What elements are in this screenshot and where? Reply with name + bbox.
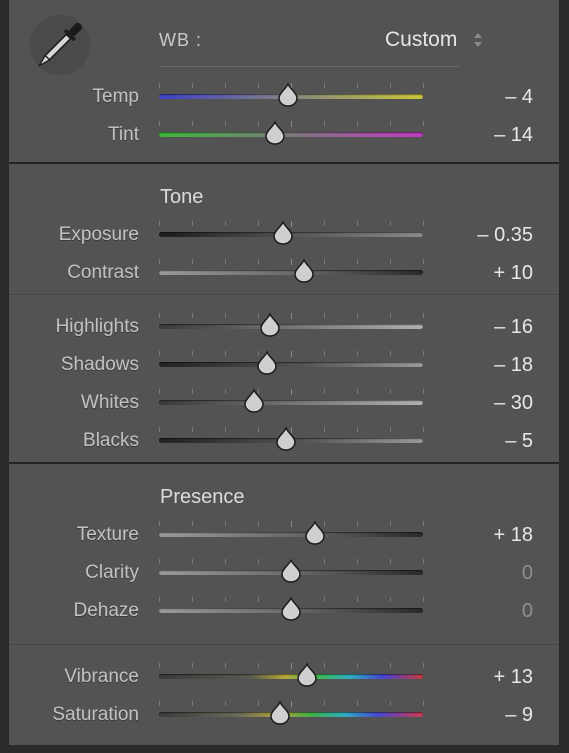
contrast-slider-track[interactable] <box>159 270 423 275</box>
section-divider <box>9 462 559 464</box>
texture-ticks <box>159 521 424 527</box>
temp-value[interactable]: – 4 <box>505 86 533 109</box>
eyedropper-icon[interactable] <box>27 12 93 78</box>
subsection-divider <box>9 294 559 295</box>
clarity-slider-thumb[interactable] <box>279 559 303 583</box>
tone-heading: Tone <box>160 186 204 208</box>
section-divider <box>9 162 559 164</box>
shadows-slider-thumb[interactable] <box>255 351 279 375</box>
dehaze-slider-thumb[interactable] <box>279 597 303 621</box>
tint-label: Tint <box>108 124 139 145</box>
temp-label: Temp <box>92 86 139 107</box>
saturation-slider-row: Saturation – 9 <box>9 698 559 736</box>
texture-slider-thumb[interactable] <box>303 521 327 545</box>
whites-slider-track[interactable] <box>159 400 423 405</box>
highlights-slider-track[interactable] <box>159 324 423 329</box>
shadows-slider-row: Shadows – 18 <box>9 348 559 386</box>
contrast-ticks <box>159 259 424 265</box>
tint-slider-row: Tint – 14 <box>9 118 559 156</box>
shadows-label: Shadows <box>60 354 139 375</box>
wb-preset-dropdown[interactable]: Custom <box>385 28 457 52</box>
saturation-value[interactable]: – 9 <box>505 704 533 727</box>
shadows-slider-track[interactable] <box>159 362 423 367</box>
saturation-label: Saturation <box>52 704 139 725</box>
texture-value[interactable]: + 18 <box>494 524 533 547</box>
exposure-slider-thumb[interactable] <box>271 221 295 245</box>
tint-ticks <box>159 121 424 127</box>
vibrance-ticks <box>159 663 424 669</box>
clarity-slider-row: Clarity 0 <box>9 556 559 594</box>
contrast-label: Contrast <box>67 262 139 283</box>
texture-slider-row: Texture + 18 <box>9 518 559 556</box>
highlights-ticks <box>159 313 424 319</box>
whites-slider-row: Whites – 30 <box>9 386 559 424</box>
vibrance-value[interactable]: + 13 <box>494 666 533 689</box>
temp-slider-thumb[interactable] <box>276 83 300 107</box>
clarity-label: Clarity <box>85 562 139 583</box>
dehaze-label: Dehaze <box>73 600 140 621</box>
basic-panel: WB : Custom Tone Presence Temp – 4 Tint – 1… <box>8 0 560 745</box>
dehaze-value[interactable]: 0 <box>522 600 533 623</box>
highlights-value[interactable]: – 16 <box>494 316 533 339</box>
vibrance-slider-row: Vibrance + 13 <box>9 660 559 698</box>
blacks-slider-thumb[interactable] <box>274 427 298 451</box>
subsection-divider <box>9 644 559 645</box>
saturation-slider-thumb[interactable] <box>268 701 292 725</box>
shadows-value[interactable]: – 18 <box>494 354 533 377</box>
vibrance-slider-track[interactable] <box>159 674 423 679</box>
highlights-slider-thumb[interactable] <box>258 313 282 337</box>
whites-slider-thumb[interactable] <box>242 389 266 413</box>
texture-label: Texture <box>76 524 139 545</box>
vibrance-label: Vibrance <box>64 666 139 687</box>
blacks-label: Blacks <box>83 430 139 451</box>
exposure-value[interactable]: – 0.35 <box>477 224 533 247</box>
temp-slider-row: Temp – 4 <box>9 80 559 118</box>
texture-slider-track[interactable] <box>159 532 423 537</box>
dehaze-slider-row: Dehaze 0 <box>9 594 559 632</box>
wb-underline <box>159 66 459 67</box>
blacks-value[interactable]: – 5 <box>505 430 533 453</box>
whites-value[interactable]: – 30 <box>494 392 533 415</box>
wb-label: WB : <box>159 30 202 50</box>
highlights-label: Highlights <box>55 316 139 337</box>
clarity-value[interactable]: 0 <box>522 562 533 585</box>
whites-label: Whites <box>80 392 139 413</box>
tint-value[interactable]: – 14 <box>494 124 533 147</box>
contrast-value[interactable]: + 10 <box>494 262 533 285</box>
presence-heading: Presence <box>160 486 245 508</box>
tint-slider-thumb[interactable] <box>263 121 287 145</box>
up-down-arrows-icon[interactable] <box>473 31 483 49</box>
whites-ticks <box>159 389 424 395</box>
highlights-slider-row: Highlights – 16 <box>9 310 559 348</box>
tint-slider-track[interactable] <box>159 132 423 137</box>
exposure-slider-row: Exposure – 0.35 <box>9 218 559 256</box>
exposure-label: Exposure <box>58 224 139 245</box>
contrast-slider-row: Contrast + 10 <box>9 256 559 294</box>
blacks-slider-row: Blacks – 5 <box>9 424 559 462</box>
vibrance-slider-thumb[interactable] <box>295 663 319 687</box>
shadows-ticks <box>159 351 424 357</box>
contrast-slider-thumb[interactable] <box>292 259 316 283</box>
